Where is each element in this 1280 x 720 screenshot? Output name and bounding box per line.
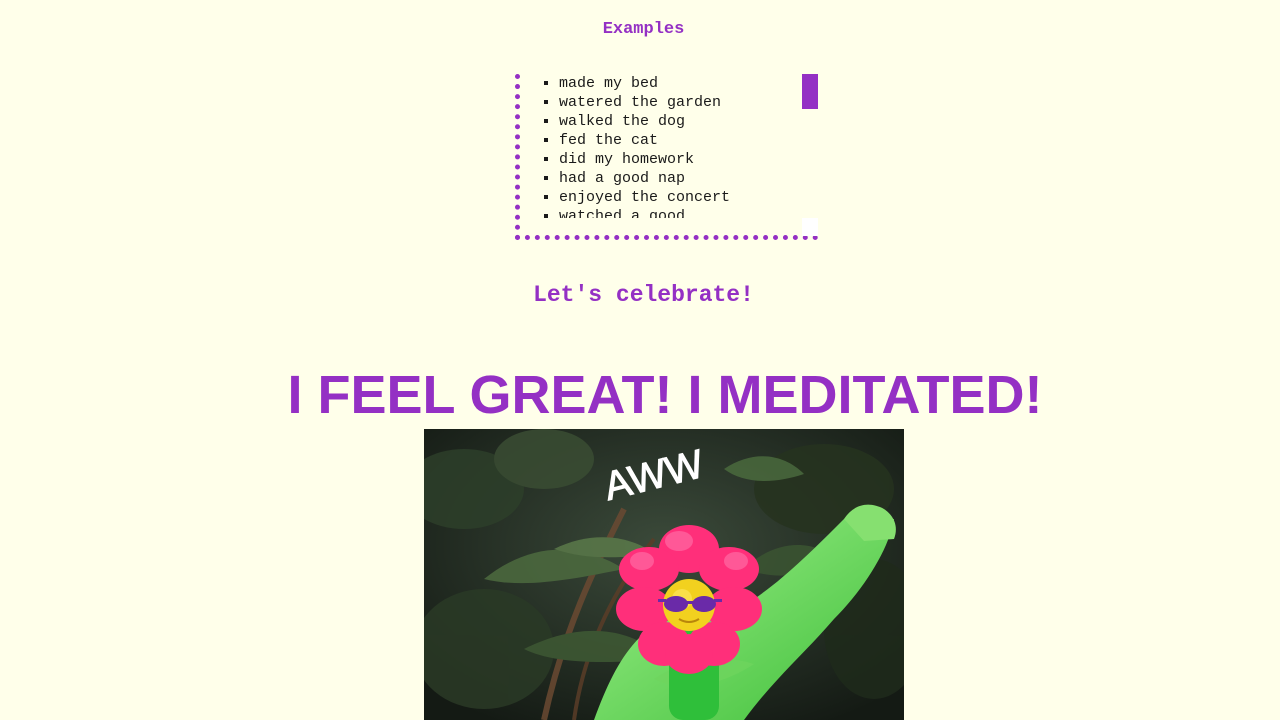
examples-title: Examples — [602, 20, 685, 39]
headline: I FEEL GREAT! I MEDITATED! — [287, 365, 1043, 425]
scrollbar-thumb[interactable] — [802, 74, 818, 109]
list-item: enjoyed the concert — [559, 188, 803, 207]
list-item: made my bed — [559, 74, 803, 93]
list-item: had a good nap — [559, 169, 803, 188]
list-item: watered the garden — [559, 93, 803, 112]
examples-list[interactable]: made my bed watered the garden walked th… — [520, 74, 803, 218]
list-item: fed the cat — [559, 131, 803, 150]
scrollbar-corner — [802, 218, 818, 236]
list-item: did my homework — [559, 150, 803, 169]
examples-list-box[interactable]: made my bed watered the garden walked th… — [515, 74, 818, 240]
celebration-gif: AWW — [424, 429, 904, 720]
celebrate-heading: Let's celebrate! — [533, 282, 754, 308]
list-item: watched a good — [559, 207, 803, 218]
scrollbar[interactable] — [802, 74, 818, 218]
page: Examples made my bed watered the garden … — [0, 0, 1280, 720]
list-item: walked the dog — [559, 112, 803, 131]
